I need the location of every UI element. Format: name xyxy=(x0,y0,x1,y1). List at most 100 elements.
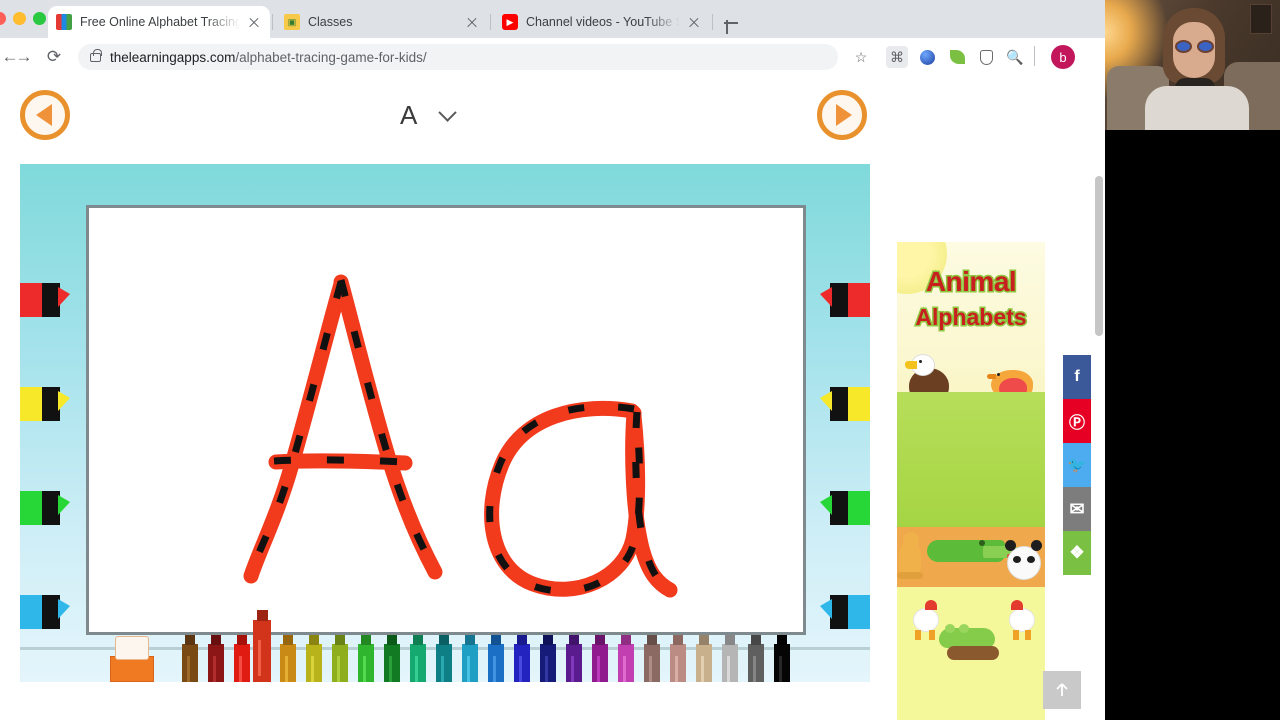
previous-letter-button[interactable] xyxy=(20,90,70,140)
url-text: thelearningapps.com/alphabet-tracing-gam… xyxy=(110,50,427,65)
side-marker[interactable] xyxy=(820,378,870,430)
zoom-search-icon[interactable]: 🔍 xyxy=(1004,46,1026,68)
pen-22[interactable] xyxy=(748,635,764,682)
window-traffic-lights xyxy=(0,12,46,25)
pen-14[interactable] xyxy=(540,635,556,682)
tab-strip: Free Online Alphabet Tracing G ▣ Classes… xyxy=(0,0,1105,38)
pen-18[interactable] xyxy=(644,635,660,682)
pen-4[interactable] xyxy=(280,635,296,682)
youtube-favicon: ▶ xyxy=(502,14,518,30)
pen-7[interactable] xyxy=(358,635,374,682)
twitter-icon: 🐦 xyxy=(1067,457,1087,474)
side-marker[interactable] xyxy=(20,482,70,534)
pen-9[interactable] xyxy=(410,635,426,682)
pen-21[interactable] xyxy=(722,635,738,682)
webcam-overlay[interactable] xyxy=(1105,0,1280,130)
share-icon: ❖ xyxy=(1069,543,1085,562)
webcam-glasses-right xyxy=(1197,40,1214,53)
pen-16[interactable] xyxy=(592,635,608,682)
ad-animal-alphabets[interactable]: Animal Alphabets xyxy=(897,242,1045,720)
reload-button[interactable]: ⟳ xyxy=(44,47,64,67)
letter-selector-value: A xyxy=(400,99,418,130)
pen-6[interactable] xyxy=(332,635,348,682)
pen-17[interactable] xyxy=(618,635,634,682)
tab-divider xyxy=(272,14,273,30)
pen-10[interactable] xyxy=(436,635,452,682)
side-marker[interactable] xyxy=(20,274,70,326)
tab-alphabet-tracing[interactable]: Free Online Alphabet Tracing G xyxy=(48,6,270,38)
tab-divider xyxy=(490,14,491,30)
next-letter-button[interactable] xyxy=(817,90,867,140)
tab-close-icon[interactable] xyxy=(246,14,262,30)
pen-15[interactable] xyxy=(566,635,582,682)
tab-divider xyxy=(712,14,713,30)
globe-icon[interactable] xyxy=(916,46,938,68)
tab-classes[interactable]: ▣ Classes xyxy=(276,6,488,38)
scrollbar-track[interactable] xyxy=(1093,76,1105,720)
tab-close-icon[interactable] xyxy=(686,14,702,30)
share-facebook-button[interactable]: f xyxy=(1063,355,1091,399)
profile-avatar[interactable]: b xyxy=(1051,45,1075,69)
webcam-glasses-left xyxy=(1175,40,1192,53)
tracing-whiteboard[interactable] xyxy=(86,205,806,635)
tracing-game-stage[interactable] xyxy=(20,164,870,682)
tab-close-icon[interactable] xyxy=(464,14,480,30)
letter-selector[interactable]: A xyxy=(400,94,500,136)
new-tab-button[interactable] xyxy=(720,12,742,34)
game-header: A xyxy=(0,76,890,154)
tab-title: Channel videos - YouTube Stud xyxy=(526,15,680,29)
pen-1[interactable] xyxy=(208,635,224,682)
url-path: /alphabet-tracing-game-for-kids/ xyxy=(235,49,427,65)
side-marker[interactable] xyxy=(20,378,70,430)
arrow-up-icon xyxy=(1056,683,1068,696)
forward-button[interactable]: → xyxy=(14,47,34,67)
pen-8[interactable] xyxy=(384,635,400,682)
extension-icon[interactable]: ⌘ xyxy=(886,46,908,68)
pen-20[interactable] xyxy=(696,635,712,682)
page-content: A Animal Alphabets xyxy=(0,76,1105,720)
window-zoom-button[interactable] xyxy=(33,12,46,25)
google-classroom-favicon: ▣ xyxy=(284,14,300,30)
ad-title-line2: Alphabets xyxy=(914,303,1028,332)
pen-0[interactable] xyxy=(182,635,198,682)
triangle-right-icon xyxy=(836,104,852,126)
share-pinterest-button[interactable]: Ⓟ xyxy=(1063,399,1091,443)
tab-title: Free Online Alphabet Tracing G xyxy=(80,15,240,29)
webcam-person-jacket xyxy=(1145,86,1249,130)
share-more-button[interactable]: ❖ xyxy=(1063,531,1091,575)
tab-youtube-studio[interactable]: ▶ Channel videos - YouTube Stud xyxy=(494,6,710,38)
marker-tray xyxy=(20,610,870,682)
scroll-to-top-button[interactable] xyxy=(1043,671,1081,709)
pen-23[interactable] xyxy=(774,635,790,682)
side-marker[interactable] xyxy=(820,274,870,326)
address-bar[interactable]: thelearningapps.com/alphabet-tracing-gam… xyxy=(78,44,838,70)
chevron-down-icon[interactable] xyxy=(438,102,458,122)
shield-icon[interactable] xyxy=(975,46,997,68)
scrollbar-thumb[interactable] xyxy=(1095,176,1103,336)
window-close-button[interactable] xyxy=(0,12,6,25)
webcam-letterbox xyxy=(1105,130,1280,720)
star-icon[interactable]: ☆ xyxy=(850,46,872,68)
pen-13[interactable] xyxy=(514,635,530,682)
pen-3-selected[interactable] xyxy=(253,610,271,682)
pen-5[interactable] xyxy=(306,635,322,682)
webcam-wall-frame xyxy=(1250,4,1272,34)
social-share-rail: f Ⓟ 🐦 ✉ ❖ xyxy=(1063,355,1091,575)
leaf-icon[interactable] xyxy=(946,46,968,68)
pinterest-icon: Ⓟ xyxy=(1068,415,1085,432)
pen-11[interactable] xyxy=(462,635,478,682)
pen-2[interactable] xyxy=(234,635,250,682)
side-marker[interactable] xyxy=(820,482,870,534)
left-marker-rack xyxy=(20,274,70,629)
pen-12[interactable] xyxy=(488,635,504,682)
share-email-button[interactable]: ✉ xyxy=(1063,487,1091,531)
window-minimize-button[interactable] xyxy=(13,12,26,25)
eraser-tool[interactable] xyxy=(108,632,156,682)
email-icon: ✉ xyxy=(1069,498,1085,519)
right-marker-rack xyxy=(820,274,870,629)
browser-chrome: Free Online Alphabet Tracing G ▣ Classes… xyxy=(0,0,1105,76)
share-twitter-button[interactable]: 🐦 xyxy=(1063,443,1091,487)
toolbar-divider xyxy=(1034,46,1035,66)
pen-19[interactable] xyxy=(670,635,686,682)
facebook-icon: f xyxy=(1074,368,1080,385)
